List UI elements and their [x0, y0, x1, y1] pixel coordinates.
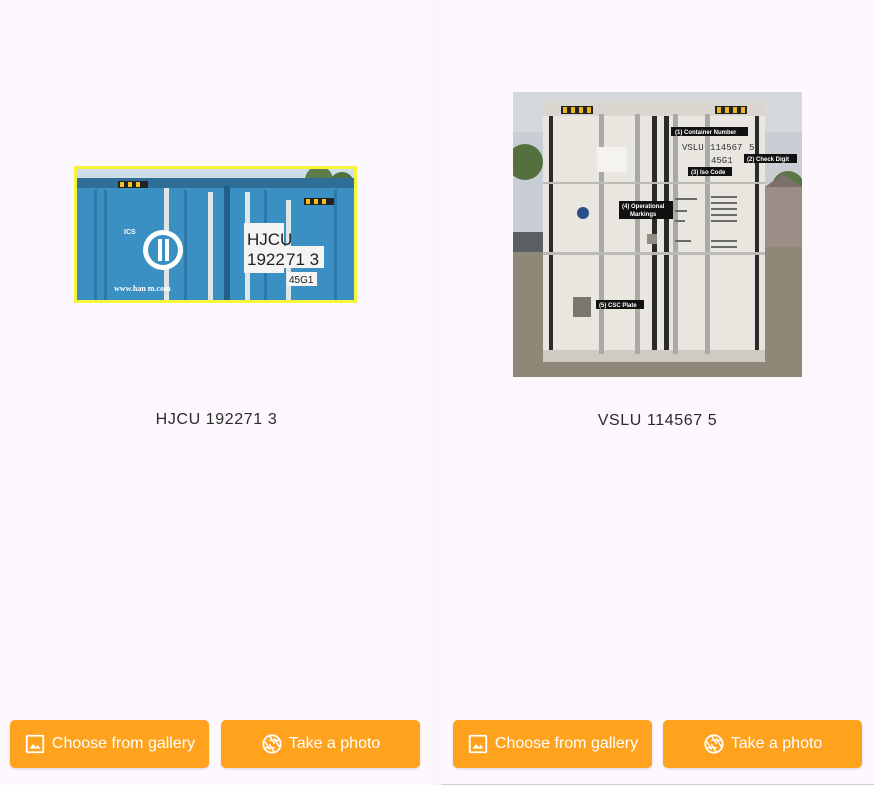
- website-text: www.han m.com: [114, 284, 171, 293]
- right-screen: VSLU 114567 5 45G1 (1) Container Number …: [441, 0, 874, 785]
- annotation-operational-markings-line-2: Markings: [630, 212, 657, 218]
- take-a-photo-button[interactable]: Take a photo: [663, 720, 862, 768]
- image-icon: [468, 734, 488, 754]
- svg-text:ICS: ICS: [124, 229, 136, 236]
- image-icon: [25, 734, 45, 754]
- annotation-csc-plate: (5) CSC Plate: [599, 303, 637, 309]
- choose-from-gallery-button[interactable]: Choose from gallery: [453, 720, 652, 768]
- container-number-line-2: 1922: [247, 250, 285, 269]
- annotation-check-digit: (2) Check Digit: [747, 157, 789, 163]
- camera-shutter-icon: [704, 734, 724, 754]
- recognized-container-number: HJCU 192271 3: [155, 411, 278, 428]
- container-iso-code: 45G1: [711, 156, 733, 166]
- annotation-container-number: (1) Container Number: [675, 130, 737, 136]
- take-a-photo-label: Take a photo: [730, 735, 823, 752]
- choose-from-gallery-button[interactable]: Choose from gallery: [10, 720, 209, 768]
- container-number-line-1: HJCU: [247, 230, 292, 249]
- choose-from-gallery-label: Choose from gallery: [51, 735, 196, 752]
- take-a-photo-button[interactable]: Take a photo: [221, 720, 420, 768]
- container-number-serial: 114567: [710, 143, 742, 153]
- take-a-photo-label: Take a photo: [288, 735, 381, 752]
- annotation-iso-code: (3) Iso Code: [691, 170, 726, 176]
- iso-code-text: 45G1: [289, 275, 314, 286]
- recognized-container-number: VSLU 114567 5: [597, 412, 718, 429]
- container-photo: ICS HJCU 1922 71 3 45G1 www.han m.com: [74, 166, 357, 303]
- left-screen: ICS HJCU 1922 71 3 45G1 www.han m.com HJ…: [0, 0, 433, 785]
- screen-divider: [433, 0, 441, 785]
- container-check-digit: 5: [749, 143, 754, 153]
- choose-from-gallery-label: Choose from gallery: [494, 735, 639, 752]
- container-number-line-3: 71 3: [286, 250, 319, 269]
- annotated-container-photo: VSLU 114567 5 45G1 (1) Container Number …: [513, 92, 802, 377]
- annotation-operational-markings: (4) Operational: [622, 204, 665, 210]
- container-number-prefix: VSLU: [682, 143, 704, 153]
- camera-shutter-icon: [262, 734, 282, 754]
